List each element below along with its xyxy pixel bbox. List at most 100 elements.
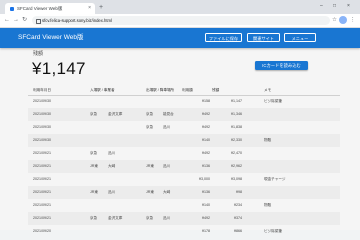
maximize-icon[interactable]: □	[333, 1, 336, 11]
url-text: sfcv.felica-support.sony.biz/index.html	[42, 18, 112, 23]
cell-memo: ビジ除菜筆	[264, 229, 282, 233]
cell-memo: ビジ除菜筆	[264, 99, 282, 103]
cell-balance: ¥1,838	[231, 125, 242, 129]
browser-toolbar: ← → ↻ sfcv.felica-support.sony.biz/index…	[0, 14, 360, 28]
column-header-entry: 入場駅 / 事業者	[90, 88, 115, 92]
table-row[interactable]: 2021/09/21 京急 品川 ¥492 ¥2,470	[28, 147, 340, 160]
reload-icon[interactable]: ↻	[22, 16, 27, 25]
table-row[interactable]: 2021/09/21 ¥140 ¥234 物販	[28, 199, 340, 212]
cell-entry-station: 品川	[108, 151, 116, 155]
table-row[interactable]: 2021/09/21 JR東 大崎 JR東 品川 ¥136 ¥2,962	[28, 160, 340, 173]
cell-exit-station: 能見台	[163, 112, 174, 116]
cell-amount: ¥492	[202, 151, 210, 155]
cell-exit-station: 大崎	[163, 190, 171, 194]
cell-entry-operator: JR東	[90, 164, 98, 168]
cell-date: 2021/09/30	[33, 112, 51, 116]
tab-title: SFCard Viewer Web版	[17, 6, 63, 11]
cell-balance: ¥1,147	[231, 99, 242, 103]
column-header-exit: 出場駅 / 降車場所	[146, 88, 175, 92]
cell-date: 2021/09/21	[33, 151, 51, 155]
cell-date: 2021/09/30	[33, 125, 51, 129]
cell-entry-operator: 京急	[90, 112, 98, 116]
read-card-button[interactable]: ICカードを読み込む	[255, 61, 308, 70]
cell-balance: ¥866	[234, 229, 242, 233]
table-row[interactable]: 2021/09/21 JR東 品川 JR東 大崎 ¥136 ¥98	[28, 186, 340, 199]
cell-entry-station: 金沢文庫	[108, 112, 123, 116]
cell-entry-station: 品川	[108, 190, 116, 194]
cell-balance: ¥2,962	[231, 164, 242, 168]
cell-memo: 現金チャージ	[264, 177, 286, 181]
cell-entry-operator: 京急	[90, 151, 98, 155]
cell-balance: ¥1,346	[231, 112, 242, 116]
bookmark-star-icon[interactable]: ☆	[332, 16, 337, 25]
cell-date: 2021/09/21	[33, 177, 51, 181]
cell-balance: ¥2,330	[231, 138, 242, 142]
cell-exit-operator: JR東	[146, 164, 154, 168]
favicon-icon	[10, 6, 14, 11]
cell-amount: ¥3,000	[199, 177, 210, 181]
cell-balance: ¥2,470	[231, 151, 242, 155]
cell-exit-operator: 京急	[146, 216, 154, 220]
cell-memo: 物販	[264, 138, 272, 142]
cell-entry-station: 大崎	[108, 164, 116, 168]
cell-date: 2021/09/30	[33, 138, 51, 142]
table-row[interactable]: 2021/09/30 京急 品川 ¥492 ¥1,838	[28, 121, 340, 134]
table-row[interactable]: 2021/09/30 京急 金沢文庫 京急 能見台 ¥492 ¥1,346	[28, 108, 340, 121]
cell-amount: ¥492	[202, 112, 210, 116]
cell-entry-station: 金沢文庫	[108, 216, 123, 220]
table-header: 利用年月日 入場駅 / 事業者 出場駅 / 降車場所 利用額 残額 メモ	[28, 85, 340, 95]
menu-button[interactable]: メニュー	[284, 33, 316, 42]
column-header-memo: メモ	[264, 88, 272, 92]
cell-amount: ¥140	[202, 203, 210, 207]
cell-exit-operator: 京急	[146, 125, 154, 129]
cell-amount: ¥492	[202, 216, 210, 220]
cell-date: 2021/09/21	[33, 216, 51, 220]
cell-date: 2021/09/20	[33, 229, 51, 233]
table-row[interactable]: 2021/09/30 ¥158 ¥1,147 ビジ除菜筆	[28, 95, 340, 108]
cell-memo: 物販	[264, 203, 272, 207]
column-header-balance: 残額	[212, 88, 220, 92]
cell-entry-operator: JR東	[90, 190, 98, 194]
cell-amount: ¥492	[202, 125, 210, 129]
cell-amount: ¥136	[202, 190, 210, 194]
cell-amount: ¥140	[202, 138, 210, 142]
cell-amount: ¥158	[202, 99, 210, 103]
address-bar[interactable]: sfcv.felica-support.sony.biz/index.html	[32, 16, 330, 25]
cell-exit-station: 品川	[163, 216, 171, 220]
browser-tab-strip: SFCard Viewer Web版 × + – □ ×	[0, 0, 360, 14]
related-sites-button[interactable]: 関連サイト	[247, 33, 280, 42]
balance-amount: ¥1,147	[32, 59, 86, 78]
cell-balance: ¥374	[234, 216, 242, 220]
close-window-icon[interactable]: ×	[347, 1, 350, 11]
browser-tab[interactable]: SFCard Viewer Web版 ×	[5, 3, 95, 14]
cell-amount: ¥178	[202, 229, 210, 233]
cell-date: 2021/09/30	[33, 99, 51, 103]
close-tab-icon[interactable]: ×	[88, 3, 91, 14]
table-row[interactable]: 2021/09/20 ¥178 ¥866 ビジ除菜筆	[28, 225, 340, 238]
table-row[interactable]: 2021/09/30 ¥140 ¥2,330 物販	[28, 134, 340, 147]
lock-icon	[36, 18, 41, 24]
cell-exit-station: 品川	[163, 125, 171, 129]
cell-balance: ¥3,098	[231, 177, 242, 181]
table-row[interactable]: 2021/09/21 ¥3,000 ¥3,098 現金チャージ	[28, 173, 340, 186]
save-file-button[interactable]: ファイルに保存	[205, 33, 242, 42]
table-row[interactable]: 2021/09/21 京急 金沢文庫 京急 品川 ¥492 ¥374	[28, 212, 340, 225]
forward-icon[interactable]: →	[13, 16, 19, 25]
column-header-date: 利用年月日	[33, 88, 51, 92]
cell-date: 2021/09/21	[33, 190, 51, 194]
new-tab-icon[interactable]: +	[99, 2, 103, 13]
minimize-icon[interactable]: –	[320, 1, 323, 11]
app-title: SFCard Viewer Web版	[18, 34, 84, 41]
cell-amount: ¥136	[202, 164, 210, 168]
browser-menu-icon[interactable]: ⋮	[350, 16, 356, 25]
cell-exit-operator: JR東	[146, 190, 154, 194]
column-header-amount: 利用額	[182, 88, 193, 92]
profile-avatar[interactable]	[339, 16, 347, 24]
cell-entry-operator: 京急	[90, 216, 98, 220]
back-icon[interactable]: ←	[4, 16, 10, 25]
cell-balance: ¥234	[234, 203, 242, 207]
cell-date: 2021/09/21	[33, 203, 51, 207]
cell-date: 2021/09/21	[33, 164, 51, 168]
cell-balance: ¥98	[236, 190, 242, 194]
balance-label: 残額	[33, 51, 44, 57]
